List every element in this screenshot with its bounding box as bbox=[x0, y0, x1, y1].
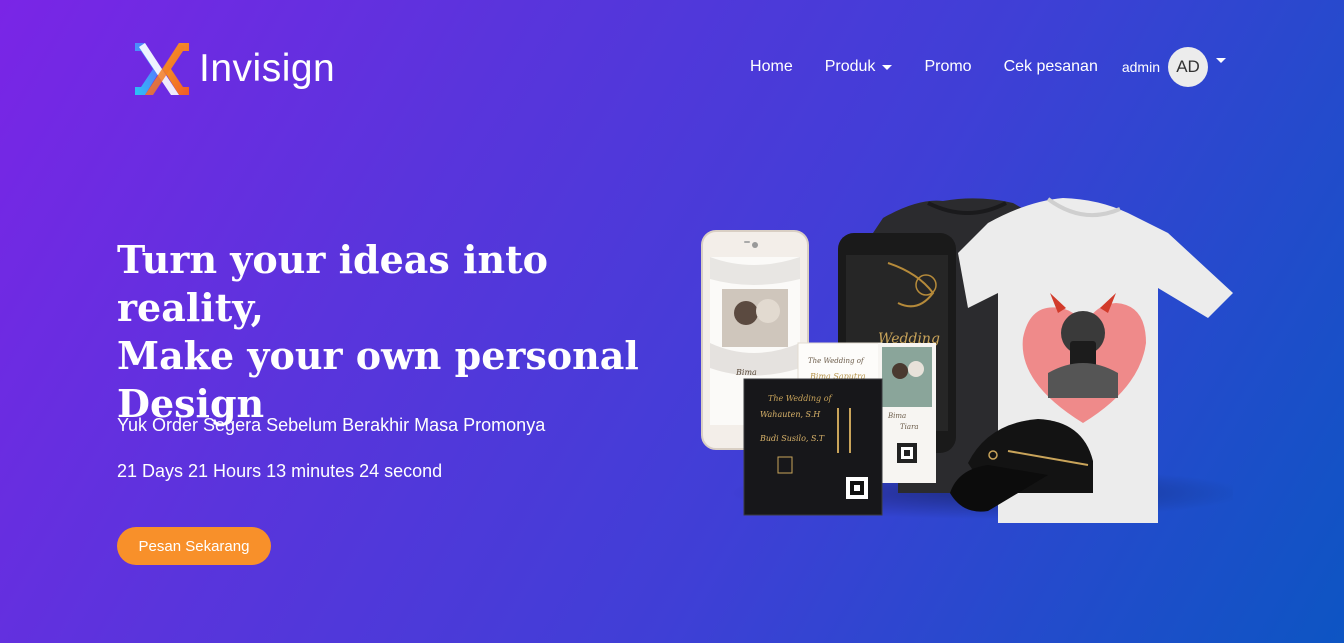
hero-title-line: Turn your ideas into reality, bbox=[117, 237, 548, 330]
order-now-button[interactable]: Pesan Sekarang bbox=[117, 527, 271, 565]
nav-cek-pesanan[interactable]: Cek pesanan bbox=[1004, 58, 1098, 76]
card-name: Tiara bbox=[900, 423, 919, 431]
nav-produk-label: Produk bbox=[824, 58, 876, 75]
nav-home-label: Home bbox=[750, 58, 793, 75]
nav-home[interactable]: Home bbox=[750, 58, 793, 76]
promo-countdown: 21 Days 21 Hours 13 minutes 24 second bbox=[117, 461, 443, 481]
hero-subtitle: Yuk Order Segera Sebelum Berakhir Masa P… bbox=[117, 415, 546, 435]
user-name: admin bbox=[1121, 59, 1160, 75]
user-menu[interactable]: admin AD bbox=[1122, 47, 1226, 87]
hero-title-line: Make your own personal bbox=[117, 333, 639, 378]
card-heading: The Wedding of bbox=[808, 357, 865, 365]
brand-logo[interactable]: Invisign bbox=[131, 37, 335, 99]
brand-name: Invisign bbox=[199, 46, 336, 90]
avatar: AD bbox=[1168, 47, 1208, 87]
dark-invitation-card: The Wedding of Wahauten, S.H Budi Susilo… bbox=[743, 378, 883, 516]
card-name-dark: Wahauten, S.H bbox=[760, 410, 821, 419]
nav-cek-pesanan-label: Cek pesanan bbox=[1003, 58, 1098, 75]
nav-promo[interactable]: Promo bbox=[924, 58, 971, 76]
main-nav: Home Produk Promo Cek pesanan admin AD bbox=[750, 47, 1226, 87]
card-name-dark: Budi Susilo, S.T bbox=[759, 434, 825, 443]
card-name: Bima bbox=[887, 412, 906, 420]
nav-promo-label: Promo bbox=[924, 58, 972, 75]
chevron-down-icon bbox=[1216, 57, 1226, 63]
invisign-logo-icon bbox=[135, 43, 189, 95]
svg-text:Bima: Bima bbox=[735, 368, 757, 377]
hero-title: Turn your ideas into reality, Make your … bbox=[117, 236, 677, 428]
nav-produk-dropdown[interactable]: Produk bbox=[825, 58, 893, 76]
product-mockup-image: Wedding Bima The Wedding of Bima Saputra… bbox=[701, 197, 1233, 523]
card-heading-dark: The Wedding of bbox=[768, 394, 834, 403]
chevron-down-icon bbox=[882, 64, 893, 70]
photo-invitation-card: Bima Tiara bbox=[878, 343, 936, 483]
